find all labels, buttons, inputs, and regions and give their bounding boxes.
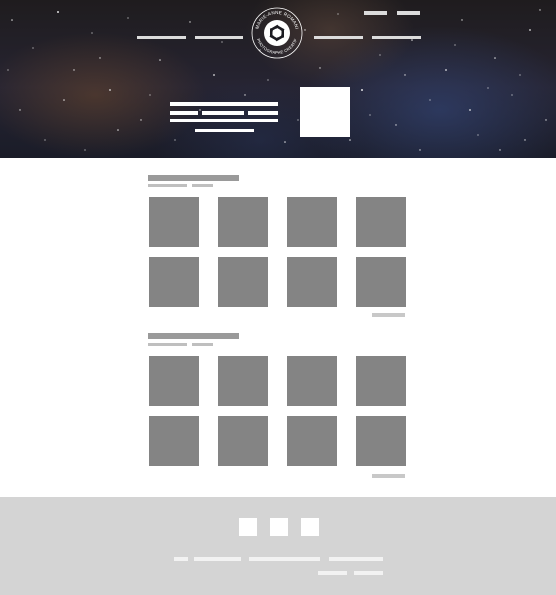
gallery-thumbnail[interactable] [356, 257, 406, 307]
footer-link[interactable] [318, 571, 347, 575]
social-icon-2[interactable] [270, 518, 288, 536]
footer-link[interactable] [194, 557, 241, 561]
hero-headline-line-1 [170, 102, 278, 106]
hero-headline-line-2a [170, 111, 198, 115]
social-icon-1[interactable] [239, 518, 257, 536]
gallery-thumbnail[interactable] [287, 197, 337, 247]
hero-image-placeholder[interactable] [300, 87, 350, 137]
gallery-thumbnail[interactable] [218, 197, 268, 247]
gallery-thumbnail[interactable] [356, 356, 406, 406]
gallery-thumbnail[interactable] [149, 257, 199, 307]
hero-banner: MARIE-ANNE ROMANI PHOTOGRAPHE CREATIF [0, 0, 556, 158]
section-subtitle-2 [192, 184, 213, 187]
section-title [148, 175, 239, 181]
gallery-thumbnail[interactable] [218, 356, 268, 406]
footer-link[interactable] [354, 571, 383, 575]
section-subtitle-1 [148, 343, 187, 346]
gallery-thumbnail[interactable] [149, 416, 199, 466]
site-footer [0, 497, 556, 595]
gallery-thumbnail[interactable] [356, 416, 406, 466]
gallery-thumbnail[interactable] [218, 416, 268, 466]
section-subtitle-2 [192, 343, 213, 346]
gallery-thumbnail[interactable] [218, 257, 268, 307]
hero-headline-line-2b [202, 111, 244, 115]
hero-headline-line-2c [248, 111, 278, 115]
brand-logo[interactable]: MARIE-ANNE ROMANI PHOTOGRAPHE CREATIF [250, 6, 304, 60]
see-more-link[interactable] [372, 474, 405, 478]
gallery-thumbnail[interactable] [149, 197, 199, 247]
nav-link-4[interactable] [372, 36, 421, 39]
section-subtitle-1 [148, 184, 187, 187]
gallery-thumbnail[interactable] [287, 356, 337, 406]
top-link-2[interactable] [397, 11, 420, 15]
footer-link[interactable] [249, 557, 320, 561]
see-more-link[interactable] [372, 313, 405, 317]
nav-link-3[interactable] [314, 36, 363, 39]
footer-link[interactable] [174, 557, 188, 561]
hero-headline-line-4 [195, 129, 254, 132]
gallery-thumbnail[interactable] [356, 197, 406, 247]
camera-aperture-icon [264, 20, 290, 46]
social-icon-3[interactable] [301, 518, 319, 536]
hero-headline-line-3 [170, 119, 278, 122]
top-link-1[interactable] [364, 11, 387, 15]
section-title [148, 333, 239, 339]
gallery-thumbnail[interactable] [149, 356, 199, 406]
nav-link-1[interactable] [137, 36, 186, 39]
footer-link[interactable] [329, 557, 383, 561]
gallery-thumbnail[interactable] [287, 416, 337, 466]
gallery-thumbnail[interactable] [287, 257, 337, 307]
nav-link-2[interactable] [195, 36, 243, 39]
